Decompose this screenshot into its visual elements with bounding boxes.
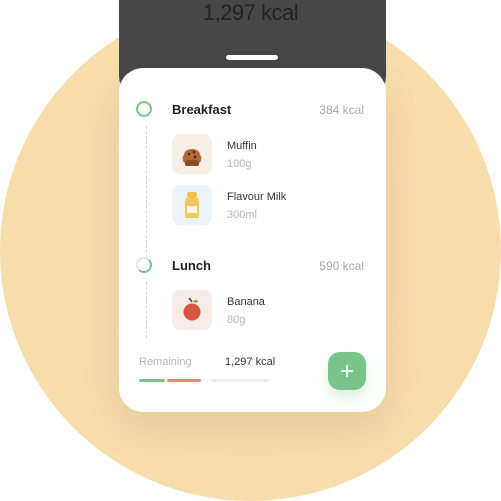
meal-title: Lunch: [172, 258, 211, 273]
food-name: Muffin: [227, 140, 257, 152]
meal-kcal: 384 kcal: [319, 103, 364, 117]
meal-kcal: 590 kcal: [319, 259, 364, 273]
apple-icon: [172, 290, 212, 330]
add-button[interactable]: [328, 352, 366, 390]
food-amount: 300ml: [227, 209, 257, 221]
drag-handle[interactable]: [226, 55, 278, 60]
plus-icon: [341, 365, 353, 377]
total-kcal: 1,297 kcal: [202, 0, 299, 25]
food-amount: 80g: [227, 314, 246, 326]
muffin-icon: [172, 134, 212, 174]
progress-bar-segment-green: [139, 379, 165, 382]
meal-card: Breakfast 384 kcal Muffin 100g Flavour M…: [119, 68, 386, 412]
food-item[interactable]: Flavour Milk 300ml: [172, 185, 366, 229]
milk-bottle-icon: [172, 185, 212, 225]
progress-bar-segment-remaining: [211, 379, 269, 382]
meal-divider-dotted: [146, 282, 147, 338]
remaining-label: Remaining: [139, 356, 192, 368]
meal-divider-dotted: [146, 126, 147, 258]
food-name: Flavour Milk: [227, 191, 287, 203]
meal-row-breakfast[interactable]: Breakfast 384 kcal: [119, 100, 386, 124]
food-item[interactable]: Muffin 100g: [172, 134, 366, 178]
meal-title: Breakfast: [172, 102, 232, 117]
meal-progress-ring-icon: [136, 257, 152, 273]
food-item[interactable]: Banana 80g: [172, 290, 366, 334]
food-name: Banana: [227, 296, 265, 308]
meal-row-lunch[interactable]: Lunch 590 kcal: [119, 256, 386, 280]
progress-bar-segment-orange: [167, 379, 201, 382]
meal-progress-ring-icon: [136, 101, 152, 117]
food-amount: 100g: [227, 158, 252, 170]
remaining-value: 1,297 kcal: [225, 356, 276, 368]
